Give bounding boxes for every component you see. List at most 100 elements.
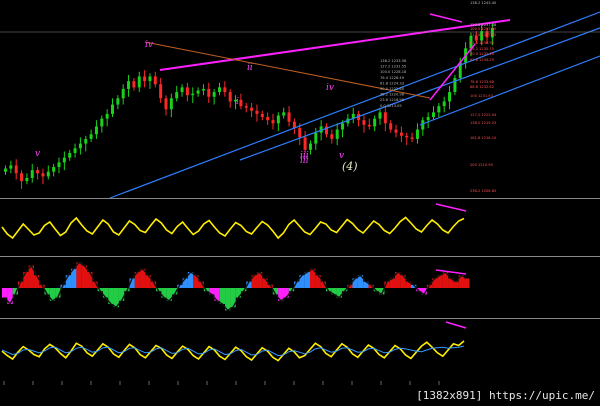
histogram-bar <box>118 288 125 301</box>
candle-body <box>127 81 131 89</box>
candle-body <box>169 98 173 110</box>
wave-label: ii <box>247 63 253 73</box>
candle-body <box>223 87 227 93</box>
wave-label: iv <box>145 40 153 50</box>
fib-level-label: 23.6 1218.98 <box>380 98 405 102</box>
candle-body <box>218 87 221 93</box>
fib-level-label: 138.2 1233.58 <box>380 59 407 63</box>
histogram-bar <box>81 265 88 288</box>
histogram-bar <box>219 288 226 304</box>
candle-body <box>25 177 29 182</box>
candle-body <box>159 84 163 99</box>
candle-body <box>389 123 393 130</box>
fib-level-label: 61.8 1224.33 <box>380 81 404 85</box>
fib-level-label: 50.0 1222.60 <box>380 87 405 91</box>
histogram-bar <box>304 272 311 288</box>
candle-body <box>14 165 18 174</box>
fib-level-label: 161.8 1216.10 <box>470 136 497 140</box>
candle-body <box>244 106 248 108</box>
wave-label: v <box>35 149 40 159</box>
fib-level-label: 100.0 1237.80 <box>470 27 497 31</box>
fib-level-label: 200 1210.90 <box>470 163 494 167</box>
candle-body <box>164 98 168 110</box>
wave-label: iii <box>300 156 309 166</box>
candle-body <box>239 99 243 107</box>
candle-body <box>399 132 403 136</box>
candle-body <box>143 76 147 82</box>
fib-level-label: 76.4 1226.49 <box>380 76 405 80</box>
histogram-bar <box>65 275 72 288</box>
candle-body <box>303 137 307 150</box>
candle-body <box>30 170 34 178</box>
candle-body <box>276 115 280 124</box>
watermark-badge: [1382x891] https://upic.me/ <box>413 389 598 403</box>
candle-body <box>4 168 7 172</box>
candle-body <box>94 126 98 135</box>
candle-body <box>255 110 259 114</box>
candle-body <box>287 112 291 122</box>
candle-body <box>153 76 157 85</box>
wave-label: iv <box>326 83 334 93</box>
histogram-bar <box>225 288 231 311</box>
candle-body <box>415 129 419 139</box>
candle-body <box>453 78 457 93</box>
histogram-bar <box>453 281 459 288</box>
candle-body <box>89 134 93 139</box>
candle-body <box>191 93 195 96</box>
candle-body <box>41 173 45 177</box>
candle-body <box>282 112 286 116</box>
candle-body <box>185 87 189 96</box>
candle-body <box>68 152 72 158</box>
candle-body <box>46 171 50 177</box>
wave-label: i <box>236 97 239 107</box>
candle-body <box>116 98 120 105</box>
histogram-bar <box>464 278 470 288</box>
candle-body <box>207 88 211 97</box>
candle-body <box>175 92 179 99</box>
fib-level-label: 88.6 1232.62 <box>470 85 494 89</box>
candle-body <box>437 106 441 113</box>
candle-body <box>57 162 61 168</box>
fib-level-label: 50.0 1235.16 <box>470 52 495 56</box>
candle-body <box>228 92 232 102</box>
histogram-bar <box>2 288 8 298</box>
candle-body <box>373 118 377 127</box>
candle-body <box>84 138 88 144</box>
candle-body <box>111 104 114 114</box>
wave-label: (4) <box>342 160 358 173</box>
fib-level-label: 127.2 1231.55 <box>380 65 406 69</box>
fib-level-label: 138.2 1243.40 <box>470 1 497 5</box>
candle-body <box>448 92 452 102</box>
candle-body <box>426 117 430 121</box>
candle-body <box>432 112 435 118</box>
candle-body <box>20 173 24 182</box>
candle-body <box>180 87 184 93</box>
candle-body <box>298 127 302 138</box>
candle-body <box>52 167 56 172</box>
candle-body <box>383 112 387 124</box>
fib-level-label: 138.2 1219.25 <box>470 121 496 125</box>
trading-chart: 138.2 1243.40123.6 1237.38100.0 1237.801… <box>0 0 600 406</box>
candle-body <box>266 117 270 121</box>
candle-body <box>78 143 82 149</box>
candle-body <box>250 107 254 111</box>
fib-level-label: 78.6 1233.68 <box>470 80 495 84</box>
fib-level-label: 100.0 1228.18 <box>380 70 407 74</box>
candle-body <box>212 92 216 97</box>
candle-body <box>410 137 414 139</box>
candle-body <box>394 129 398 133</box>
fib-level-label: 38.2 1235.70 <box>470 47 495 51</box>
candle-body <box>196 90 200 94</box>
candle-body <box>148 76 152 82</box>
candle-body <box>378 112 382 119</box>
candle-body <box>105 113 109 119</box>
candle-body <box>137 76 141 88</box>
candle-body <box>9 165 13 169</box>
candle-body <box>201 88 205 91</box>
candle-body <box>335 129 339 139</box>
fib-level-label: 0.0 1213.05 <box>380 104 402 108</box>
candle-body <box>405 135 409 138</box>
fib-level-label: 38.2 1220.98 <box>380 93 405 97</box>
candle-body <box>121 88 125 99</box>
fib-level-label: 61.8 1236.96 <box>470 41 495 45</box>
